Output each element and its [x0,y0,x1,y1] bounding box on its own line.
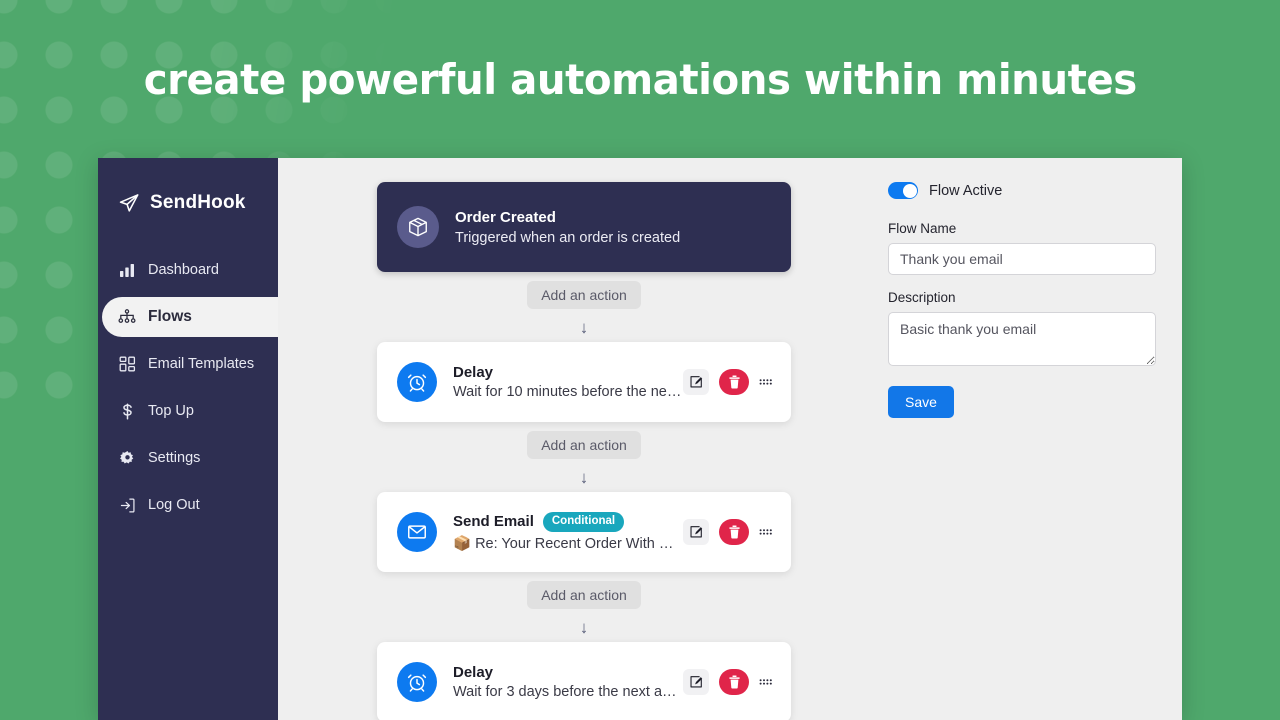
save-button[interactable]: Save [888,386,954,418]
action-controls [683,519,773,545]
connector: Add an action ↓ [377,422,791,492]
edit-pencil-icon[interactable] [683,519,709,545]
sidebar-item-label: Settings [148,450,201,466]
description-label: Description [888,290,956,305]
sidebar-item-label: Flows [148,308,192,325]
sidebar-item-top-up[interactable]: Top Up [98,391,278,431]
add-action-button[interactable]: Add an action [527,281,641,309]
flow-active-label: Flow Active [929,182,1003,199]
trash-can-icon[interactable] [719,669,749,695]
arrow-down-icon: ↓ [579,468,589,487]
action-card-send-email[interactable]: Send Email Conditional 📦 Re: Your Recent… [377,492,791,572]
dollar-sign-icon [118,402,136,420]
description-textarea[interactable] [888,312,1156,366]
gear-icon [118,449,136,467]
action-subtitle: Wait for 10 minutes before the next... [453,384,683,400]
package-box-icon [397,206,439,248]
alarm-clock-icon [397,662,437,702]
connector: Add an action ↓ [377,272,791,342]
trigger-title: Order Created [455,208,556,226]
sidebar-item-label: Dashboard [148,262,219,278]
app-window: SendHook Dashboard Flows Email Templates… [98,158,1182,720]
edit-pencil-icon[interactable] [683,669,709,695]
brand-logo[interactable]: SendHook [98,176,278,224]
drag-dots-icon[interactable] [759,677,773,687]
action-title: Delay [453,664,494,681]
action-title: Send Email [453,513,534,531]
add-action-button[interactable]: Add an action [527,581,641,609]
alarm-clock-icon [397,362,437,402]
action-subtitle: 📦 Re: Your Recent Order With My... [453,535,683,552]
sidebar-item-label: Top Up [148,403,194,419]
flow-name-input[interactable] [888,243,1156,275]
flow-canvas: Order Created Triggered when an order is… [278,158,1182,720]
sidebar-nav: Dashboard Flows Email Templates Top Up S… [98,250,278,532]
action-title: Delay [453,364,494,381]
banner-headline: create powerful automations within minut… [143,54,1137,104]
sidebar-item-settings[interactable]: Settings [98,438,278,478]
arrow-down-icon: ↓ [579,618,589,637]
bar-chart-icon [118,261,136,279]
drag-dots-icon[interactable] [759,377,773,387]
sidebar-item-dashboard[interactable]: Dashboard [98,250,278,290]
action-controls [683,369,773,395]
action-controls [683,669,773,695]
connector: Add an action ↓ [377,572,791,642]
flow-active-row: Flow Active [888,182,1156,199]
description-group: Description [888,290,1156,371]
grid-squares-icon [118,355,136,373]
status-badge-conditional: Conditional [542,512,625,532]
paper-plane-icon [118,192,140,214]
logout-arrow-icon [118,496,136,514]
sidebar-item-label: Email Templates [148,356,255,372]
sidebar: SendHook Dashboard Flows Email Templates… [98,158,278,720]
sidebar-item-flows[interactable]: Flows [102,297,278,337]
sidebar-item-label: Log Out [148,497,200,513]
flow-name-group: Flow Name [888,221,1156,275]
arrow-down-icon: ↓ [579,318,589,337]
toggle-knob [902,183,917,198]
trash-can-icon[interactable] [719,519,749,545]
sitemap-icon [118,308,136,326]
flow-settings-panel: Flow Active Flow Name Description Save [888,182,1156,418]
trigger-card[interactable]: Order Created Triggered when an order is… [377,182,791,272]
envelope-icon [397,512,437,552]
drag-dots-icon[interactable] [759,527,773,537]
flow-name-label: Flow Name [888,221,957,236]
sidebar-item-email-templates[interactable]: Email Templates [98,344,278,384]
trigger-subtitle: Triggered when an order is created [455,229,681,246]
sidebar-item-log-out[interactable]: Log Out [98,485,278,525]
action-subtitle: Wait for 3 days before the next action [453,684,683,700]
banner: create powerful automations within minut… [0,0,1280,158]
brand-name: SendHook [150,192,246,213]
action-card-delay-1[interactable]: Delay Wait for 10 minutes before the nex… [377,342,791,422]
flow-column: Order Created Triggered when an order is… [377,182,791,720]
trash-can-icon[interactable] [719,369,749,395]
action-card-delay-2[interactable]: Delay Wait for 3 days before the next ac… [377,642,791,720]
add-action-button[interactable]: Add an action [527,431,641,459]
edit-pencil-icon[interactable] [683,369,709,395]
flow-active-toggle[interactable] [888,182,918,199]
